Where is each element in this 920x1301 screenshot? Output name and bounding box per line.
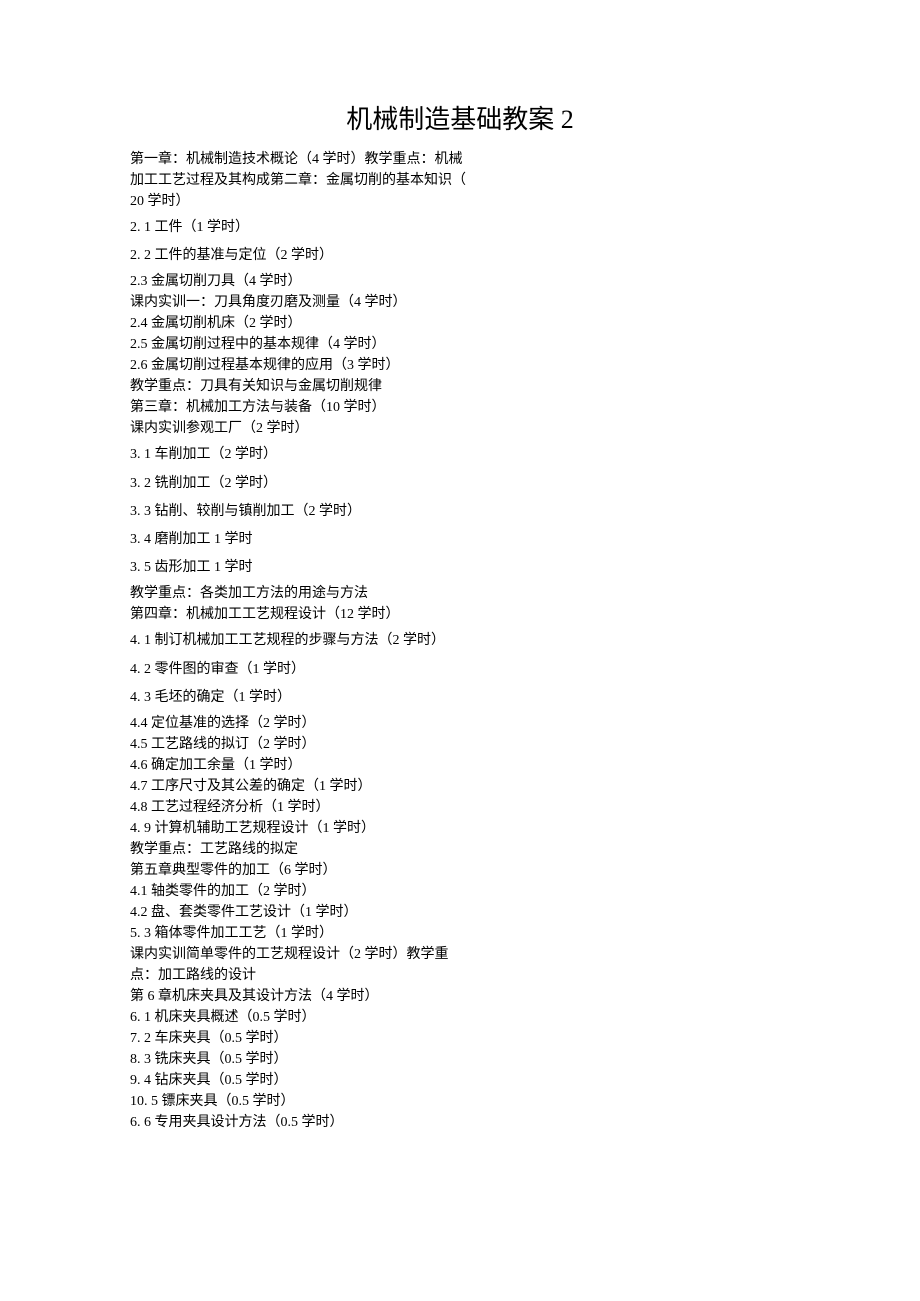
body-line: 点：加工路线的设计 (130, 965, 790, 986)
body-line: 4.8 工艺过程经济分析（1 学时） (130, 797, 790, 818)
body-line: 第一章：机械制造技术概论（4 学时）教学重点：机械 (130, 149, 790, 170)
body-line: 6. 1 机床夹具概述（0.5 学时） (130, 1007, 790, 1028)
body-line: 3. 1 车削加工（2 学时） (130, 442, 790, 467)
body-line: 第五章典型零件的加工（6 学时） (130, 860, 790, 881)
body-line: 2.4 金属切削机床（2 学时） (130, 313, 790, 334)
body-line: 8. 3 铣床夹具（0.5 学时） (130, 1049, 790, 1070)
body-line: 教学重点：各类加工方法的用途与方法 (130, 583, 790, 604)
body-line: 第三章：机械加工方法与装备（10 学时） (130, 397, 790, 418)
body-line: 课内实训参观工厂（2 学时） (130, 418, 790, 439)
body-line: 3. 4 磨削加工 1 学时 (130, 527, 790, 552)
body-line: 2. 1 工件（1 学时） (130, 215, 790, 240)
body-line: 第 6 章机床夹具及其设计方法（4 学时） (130, 986, 790, 1007)
body-line: 4.1 轴类零件的加工（2 学时） (130, 881, 790, 902)
body-line: 5. 3 箱体零件加工工艺（1 学时） (130, 923, 790, 944)
body-line: 2.6 金属切削过程基本规律的应用（3 学时） (130, 355, 790, 376)
body-line: 10. 5 镖床夹具（0.5 学时） (130, 1091, 790, 1112)
body-line: 3. 2 铣削加工（2 学时） (130, 471, 790, 496)
body-line: 3. 3 钻削、较削与镇削加工（2 学时） (130, 499, 790, 524)
document-title: 机械制造基础教案 2 (130, 100, 790, 139)
body-line: 2.5 金属切削过程中的基本规律（4 学时） (130, 334, 790, 355)
body-line: 2.3 金属切削刀具（4 学时） (130, 271, 790, 292)
body-line: 4.2 盘、套类零件工艺设计（1 学时） (130, 902, 790, 923)
body-line: 4. 1 制订机械加工工艺规程的步骤与方法（2 学时） (130, 628, 790, 653)
body-line: 2. 2 工件的基准与定位（2 学时） (130, 243, 790, 268)
body-line: 教学重点：工艺路线的拟定 (130, 839, 790, 860)
body-line: 教学重点：刀具有关知识与金属切削规律 (130, 376, 790, 397)
body-line: 4. 9 计算机辅助工艺规程设计（1 学时） (130, 818, 790, 839)
body-line: 6. 6 专用夹具设计方法（0.5 学时） (130, 1112, 790, 1133)
body-line: 加工工艺过程及其构成第二章：金属切削的基本知识（ (130, 170, 790, 191)
body-line: 4.5 工艺路线的拟订（2 学时） (130, 734, 790, 755)
body-line: 4. 2 零件图的审查（1 学时） (130, 657, 790, 682)
body-line: 4.4 定位基准的选择（2 学时） (130, 713, 790, 734)
body-line: 第四章：机械加工工艺规程设计（12 学时） (130, 604, 790, 625)
body-line: 7. 2 车床夹具（0.5 学时） (130, 1028, 790, 1049)
body-line: 4.6 确定加工余量（1 学时） (130, 755, 790, 776)
body-line: 4.7 工序尺寸及其公差的确定（1 学时） (130, 776, 790, 797)
body-line: 课内实训简单零件的工艺规程设计（2 学时）教学重 (130, 944, 790, 965)
body-line: 课内实训一：刀具角度刃磨及测量（4 学时） (130, 292, 790, 313)
body-line: 9. 4 钻床夹具（0.5 学时） (130, 1070, 790, 1091)
body-line: 4. 3 毛坯的确定（1 学时） (130, 685, 790, 710)
body-line: 20 学时） (130, 191, 790, 212)
body-line: 3. 5 齿形加工 1 学时 (130, 555, 790, 580)
